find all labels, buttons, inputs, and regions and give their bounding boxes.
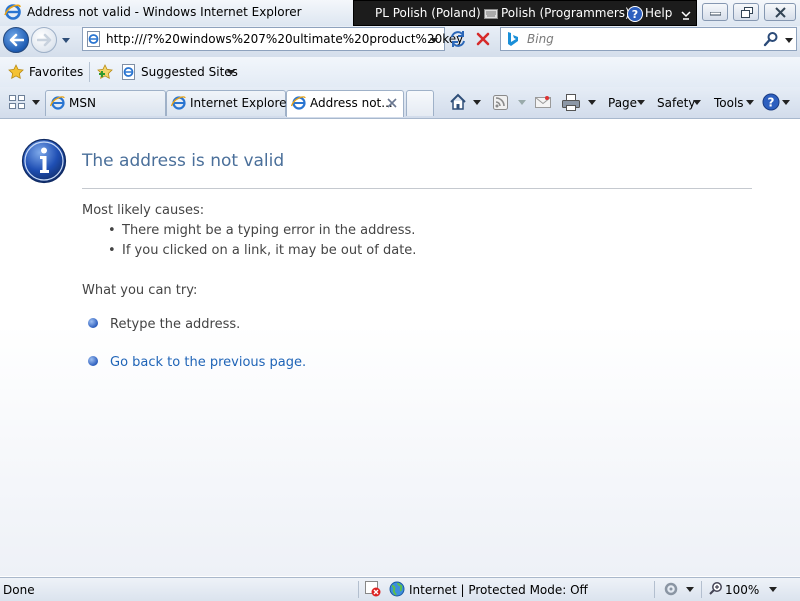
home-dropdown-icon[interactable] [472,92,482,112]
tools-dropdown-icon[interactable] [745,92,755,112]
tab-internet-explorer[interactable]: Internet Explore... [166,90,298,116]
tab-bar: MSN Internet Explore... Address not... P… [0,87,800,119]
tab-msn[interactable]: MSN [45,90,166,116]
add-to-favorites-bar-icon[interactable] [96,64,114,80]
close-icon [775,7,786,18]
tab-address-not-valid[interactable]: Address not... [286,90,404,117]
msn-ie-icon [50,96,65,110]
help-dropdown-icon[interactable] [781,92,791,112]
status-divider [358,581,359,598]
blue-bullet-icon [88,356,98,366]
tab-label: MSN [69,96,96,110]
restore-button[interactable] [733,3,759,21]
suggested-sites-button[interactable]: Suggested Sites [141,65,238,79]
zoom-dropdown-icon[interactable] [769,585,777,593]
page-menu[interactable]: Page [608,96,637,110]
help-menu-icon[interactable]: ? [762,92,780,112]
minimize-icon [710,12,721,16]
information-icon [21,138,67,184]
close-tab-icon[interactable] [386,97,398,109]
internet-zone-globe-icon [389,581,405,597]
refresh-compat-icon[interactable] [447,28,469,50]
zoom-level[interactable]: 100% [725,583,759,597]
ie-tab-icon [291,96,306,110]
status-text: Done [3,583,35,597]
home-icon[interactable] [448,92,468,112]
page-content: The address is not valid Most likely cau… [0,119,800,576]
feeds-dropdown-icon[interactable] [517,92,527,112]
minimize-button[interactable] [702,3,728,21]
address-bar[interactable]: http:///?%20windows%207%20ultimate%20pro… [82,27,463,51]
back-button[interactable] [3,27,29,53]
new-tab-button[interactable] [406,90,434,116]
read-mail-icon[interactable] [535,92,551,112]
recent-pages-dropdown-icon[interactable] [60,34,72,46]
feeds-icon[interactable] [492,92,510,112]
address-dropdown-icon[interactable] [428,34,440,46]
forward-arrow-icon [37,33,52,47]
navigation-bar: http:///?%20windows%207%20ultimate%20pro… [0,26,800,57]
compatibility-tools-icon[interactable] [663,581,681,597]
ie-tab-icon [171,96,186,110]
keyboard-icon [484,9,498,19]
causes-heading: Most likely causes: [82,203,205,218]
cause-item: There might be a typing error in the add… [122,223,416,238]
zoom-icon[interactable] [709,581,723,595]
address-input[interactable]: http:///?%20windows%207%20ultimate%20pro… [106,32,463,46]
help-icon: ? [627,6,643,22]
suggested-sites-ie-icon [122,64,135,80]
ie-logo-icon [4,4,21,20]
status-tools-dropdown-icon[interactable] [686,585,694,593]
retype-suggestion: Retype the address. [110,317,241,332]
search-box[interactable]: Bing [500,27,797,51]
blue-bullet-icon [88,318,98,328]
status-divider [654,581,655,598]
tab-list-dropdown-icon[interactable] [31,96,41,108]
restore-icon [741,7,753,18]
help-button[interactable]: Help [645,6,672,20]
print-dropdown-icon[interactable] [587,92,597,112]
quick-tabs-icon[interactable] [7,92,27,112]
back-arrow-icon [9,33,24,47]
bullet-dot: • [108,223,116,238]
page-ie-icon [87,31,100,47]
cause-item: If you clicked on a link, it may be out … [122,243,417,258]
title-bar: Address not valid - Windows Internet Exp… [0,0,800,27]
tab-label: Address not... [310,96,393,110]
status-bar: Done Internet | Protected Mode: Off 100% [0,577,800,601]
search-input[interactable]: Bing [527,32,554,46]
favorites-star-icon [8,64,24,79]
favorites-bar: Favorites Suggested Sites [0,57,800,87]
tools-menu[interactable]: Tools [714,96,744,110]
toolbar-divider [89,62,90,82]
divider [82,188,752,189]
close-window-button[interactable] [764,3,796,21]
stop-icon[interactable] [472,28,494,50]
svg-text:?: ? [632,8,638,21]
popup-blocked-icon[interactable] [365,581,381,597]
security-zone-status[interactable]: Internet | Protected Mode: Off [409,583,588,597]
language-bar: PL Polish (Poland) Polish (Programmers) … [353,0,697,26]
search-icon[interactable] [763,31,779,47]
safety-menu[interactable]: Safety [657,96,695,110]
language-bar-options-icon[interactable] [681,7,691,21]
go-back-link[interactable]: Go back to the previous page. [110,355,306,370]
window-title: Address not valid - Windows Internet Exp… [27,5,302,19]
input-language-button[interactable]: PL Polish (Poland) [375,6,481,20]
page-dropdown-icon[interactable] [636,92,646,112]
safety-dropdown-icon[interactable] [692,92,702,112]
favorites-button[interactable]: Favorites [29,65,83,79]
suggested-sites-dropdown-icon[interactable] [226,67,236,77]
try-heading: What you can try: [82,283,198,298]
forward-button[interactable] [31,27,57,53]
page-title: The address is not valid [82,151,285,171]
print-icon[interactable] [561,92,581,112]
status-divider [701,581,702,598]
bing-logo-icon [508,32,518,46]
keyboard-layout-button[interactable]: Polish (Programmers) [501,6,630,20]
search-options-dropdown-icon[interactable] [783,34,795,46]
bullet-dot: • [108,243,116,258]
tab-label: Internet Explore... [190,96,298,110]
svg-text:?: ? [768,96,775,110]
